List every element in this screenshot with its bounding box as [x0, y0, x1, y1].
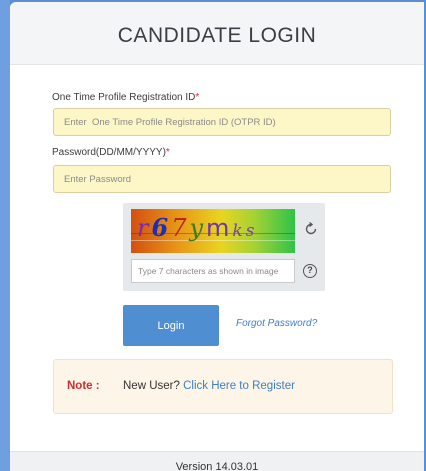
question-circle-icon[interactable]: ?: [303, 264, 317, 278]
otpr-label: One Time Profile Registration ID*: [52, 92, 199, 103]
password-label-text: Password(DD/MM/YYYY): [52, 147, 166, 158]
captcha-image: r67ymks: [131, 209, 295, 253]
forgot-password-link[interactable]: Forgot Password?: [236, 318, 317, 329]
window-edge: [0, 0, 10, 471]
otpr-input[interactable]: [53, 108, 391, 136]
note-label: Note :: [67, 380, 100, 392]
note-prefix: New User?: [123, 380, 184, 392]
password-label: Password(DD/MM/YYYY)*: [52, 147, 170, 158]
required-marker: *: [195, 92, 200, 103]
captcha-text: r67ymks: [137, 213, 257, 242]
version-text: Version 14.03.01: [175, 461, 259, 471]
page-title: CANDIDATE LOGIN: [117, 24, 317, 47]
refresh-icon[interactable]: [303, 221, 319, 237]
note-text: New User? Click Here to Register: [123, 380, 295, 392]
note-box: Note : New User? Click Here to Register: [53, 359, 393, 414]
captcha-char: s: [245, 221, 258, 241]
captcha-char: 7: [171, 214, 190, 242]
captcha-char: m: [206, 214, 233, 242]
version-footer: Version 14.03.01: [10, 451, 424, 471]
card-header: CANDIDATE LOGIN: [10, 2, 424, 65]
required-marker: *: [165, 147, 170, 158]
captcha-panel: r67ymks ?: [123, 203, 325, 291]
otpr-label-text: One Time Profile Registration ID: [52, 92, 196, 103]
password-input[interactable]: [53, 165, 391, 193]
captcha-char: 6: [151, 213, 172, 242]
register-link[interactable]: Click Here to Register: [183, 380, 295, 392]
login-button[interactable]: Login: [123, 305, 219, 346]
captcha-input[interactable]: [131, 259, 295, 283]
captcha-char: y: [189, 214, 207, 242]
login-card: CANDIDATE LOGIN One Time Profile Registr…: [10, 2, 424, 471]
captcha-char: k: [232, 221, 246, 241]
captcha-char: r: [137, 214, 152, 242]
